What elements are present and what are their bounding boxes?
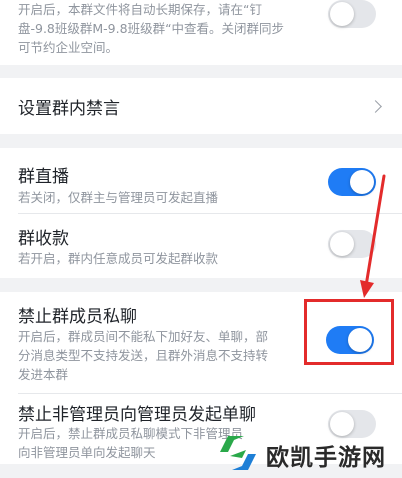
annotation-arrow [360, 174, 386, 298]
watermark-text: 欧凯手游网 [266, 445, 386, 471]
watermark: 欧凯手游网 [216, 428, 402, 478]
arrow-shaft [364, 174, 386, 288]
annotation-highlight-box [304, 299, 394, 365]
arrow-head [360, 280, 374, 298]
watermark-logo-icon [220, 436, 256, 470]
